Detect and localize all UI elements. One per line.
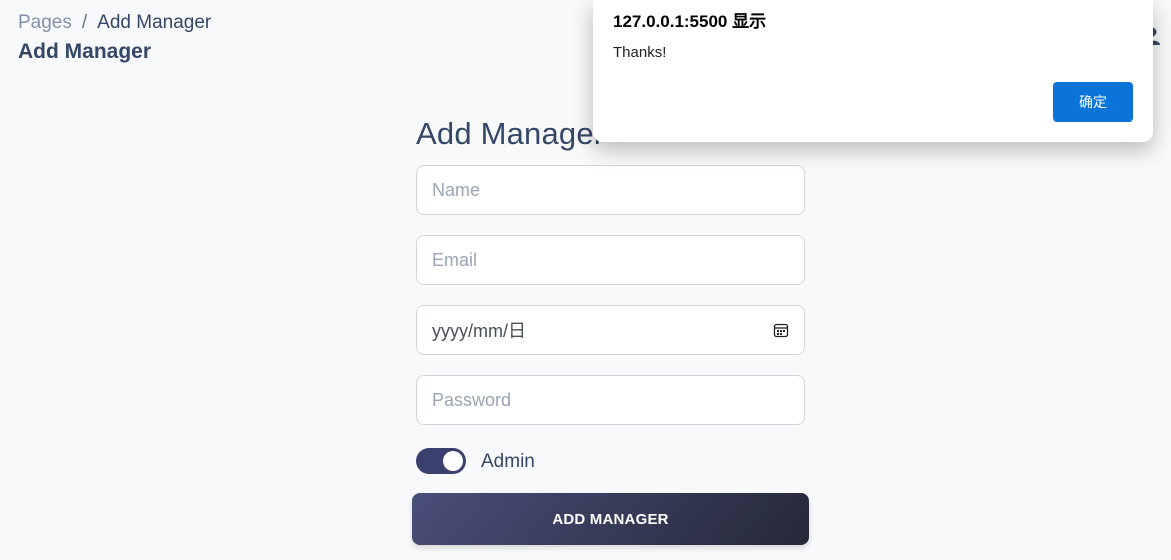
calendar-icon[interactable] bbox=[773, 322, 789, 338]
password-placeholder: Password bbox=[432, 389, 512, 410]
password-input[interactable]: Password bbox=[416, 375, 805, 425]
admin-toggle-knob bbox=[443, 451, 463, 471]
admin-toggle[interactable] bbox=[416, 448, 466, 474]
dialog-origin: 127.0.0.1:5500 显示 bbox=[613, 12, 767, 31]
breadcrumb-pages-link[interactable]: Pages bbox=[18, 12, 72, 34]
admin-label: Admin bbox=[481, 451, 535, 472]
dialog-message: Thanks! bbox=[613, 44, 667, 61]
breadcrumb: Pages / Add Manager bbox=[18, 12, 211, 34]
email-placeholder: Email bbox=[432, 249, 478, 270]
page-title: Add Manager bbox=[18, 40, 152, 63]
alert-dialog: 127.0.0.1:5500 显示 Thanks! 确定 bbox=[593, 0, 1153, 142]
email-input[interactable]: Email bbox=[416, 235, 805, 285]
form-heading: Add Manager bbox=[416, 116, 605, 151]
breadcrumb-current: Add Manager bbox=[97, 12, 212, 33]
date-input[interactable]: yyyy/mm/日 bbox=[416, 305, 805, 355]
dialog-ok-button[interactable]: 确定 bbox=[1053, 82, 1133, 122]
name-placeholder: Name bbox=[432, 179, 481, 200]
date-value: yyyy/mm/日 bbox=[432, 321, 526, 341]
add-manager-button[interactable]: ADD MANAGER bbox=[412, 493, 809, 545]
name-input[interactable]: Name bbox=[416, 165, 805, 215]
breadcrumb-separator: / bbox=[81, 12, 88, 33]
